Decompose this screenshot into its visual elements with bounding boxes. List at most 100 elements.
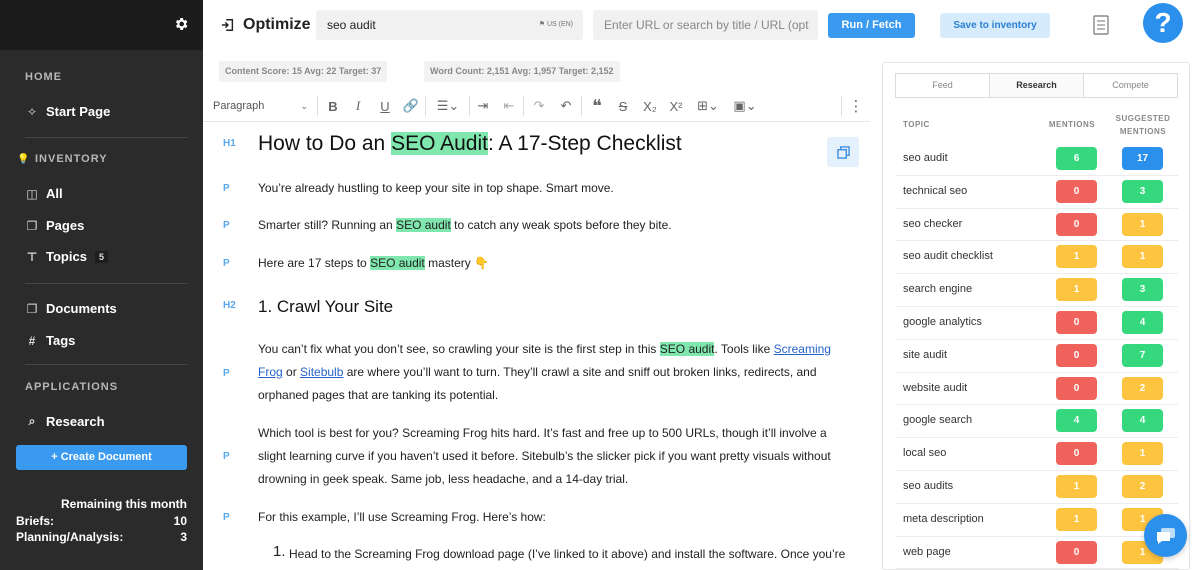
mentions-badge: 4 [1056, 409, 1097, 433]
table-row[interactable]: seo audit 6 17 [895, 143, 1178, 176]
paragraph[interactable]: For this example, I’ll use Screaming Fro… [258, 506, 848, 529]
suggested-badge: 4 [1122, 409, 1163, 433]
paragraph[interactable]: You can’t fix what you don’t see, so cra… [258, 338, 848, 407]
document-icon: ❐ [26, 301, 38, 316]
table-row[interactable]: seo audits 1 2 [895, 471, 1178, 504]
sidebar-item-start-page[interactable]: ✧ Start Page [25, 104, 110, 119]
list-item[interactable]: Head to the Screaming Frog download page… [289, 543, 849, 566]
sidebar-item-label: Tags [46, 333, 76, 348]
divider [469, 96, 470, 116]
link-sitebulb[interactable]: Sitebulb [300, 365, 343, 379]
help-button[interactable]: ? [1143, 3, 1183, 43]
link-icon[interactable]: 🔗 [401, 90, 421, 122]
mentions-badge: 0 [1056, 442, 1097, 466]
create-document-button[interactable]: + Create Document [16, 445, 187, 470]
enter-icon [221, 19, 234, 31]
italic-icon[interactable]: I [348, 90, 368, 122]
run-fetch-button[interactable]: Run / Fetch [828, 13, 915, 38]
divider [317, 96, 318, 116]
block-tag-p: P [223, 451, 230, 462]
table-row[interactable]: web page 0 1 [895, 537, 1178, 569]
tab-compete[interactable]: Compete [1084, 74, 1177, 97]
topic-name: search engine [903, 283, 973, 296]
heading-h2[interactable]: 1. Crawl Your Site [258, 297, 393, 317]
sidebar-item-documents[interactable]: ❐ Documents [25, 301, 117, 316]
locale-selector[interactable]: ⚑ US (EN) [539, 10, 573, 40]
mentions-badge: 1 [1056, 278, 1097, 302]
more-vertical-icon[interactable]: ⋮ [847, 90, 865, 122]
briefs-label: Briefs: [16, 514, 55, 528]
mentions-badge: 0 [1056, 179, 1097, 203]
quote-icon[interactable]: ❝ [587, 90, 607, 122]
url-search-input[interactable]: Enter URL or search by title / URL (opt [593, 10, 818, 40]
paragraph[interactable]: Smarter still? Running an SEO audit to c… [258, 214, 848, 237]
undo-icon[interactable]: ↶ [556, 90, 576, 122]
editor-toolbar: Paragraph ⌄ B I U 🔗 ☰⌄ ⇥ ⇤ ↷ ↶ ❝ S X₂ X² … [203, 90, 870, 122]
sidebar-item-topics[interactable]: ⊤ Topics 5 [25, 249, 108, 264]
superscript-icon[interactable]: X² [665, 90, 687, 122]
suggested-badge: 2 [1122, 376, 1163, 400]
divider [523, 96, 524, 116]
flag-icon: ⚑ [538, 21, 545, 28]
paragraph[interactable]: Here are 17 steps to SEO audit mastery 👇 [258, 252, 848, 275]
table-row[interactable]: google analytics 0 4 [895, 307, 1178, 340]
section-applications: APPLICATIONS [25, 381, 119, 393]
paragraph-style-select[interactable]: Paragraph ⌄ [213, 90, 308, 122]
block-tag-p: P [223, 183, 230, 194]
topic-name: seo audits [903, 479, 954, 492]
heading-h1[interactable]: How to Do an SEO Audit: A 17-Step Checkl… [258, 132, 682, 156]
mentions-badge: 0 [1056, 212, 1097, 236]
table-row[interactable]: meta description 1 1 [895, 504, 1178, 537]
redo-icon[interactable]: ↷ [529, 90, 549, 122]
suggested-badge: 7 [1122, 343, 1163, 367]
indent-icon[interactable]: ⇥ [473, 90, 493, 122]
document-icon[interactable] [1093, 15, 1109, 35]
section-home: HOME [25, 71, 62, 83]
topic-name: google analytics [903, 315, 982, 328]
gear-icon[interactable] [173, 16, 189, 32]
mentions-badge: 0 [1056, 310, 1097, 334]
strikethrough-icon[interactable]: S [613, 90, 633, 122]
sidebar-item-pages[interactable]: ❐ Pages [25, 218, 85, 233]
sidebar-item-tags[interactable]: # Tags [25, 333, 76, 348]
mentions-badge: 1 [1056, 507, 1097, 531]
table-row[interactable]: local seo 0 1 [895, 438, 1178, 471]
table-icon[interactable]: ⊞⌄ [693, 90, 723, 122]
table-row[interactable]: website audit 0 2 [895, 373, 1178, 406]
editor-content[interactable]: H1 How to Do an SEO Audit: A 17-Step Che… [203, 122, 870, 570]
block-tag-p: P [223, 220, 230, 231]
sidebar-item-all[interactable]: ◫ All [25, 186, 63, 201]
keyword-input[interactable]: seo audit ⚑ US (EN) [316, 10, 583, 40]
suggested-badge: 17 [1122, 147, 1163, 170]
bold-icon[interactable]: B [323, 90, 343, 122]
bullet-list-icon[interactable]: ☰⌄ [431, 90, 465, 122]
save-to-inventory-button[interactable]: Save to inventory [940, 13, 1050, 38]
block-tag-p: P [223, 368, 230, 379]
image-icon[interactable]: ▣⌄ [729, 90, 761, 122]
table-row[interactable]: technical seo 0 3 [895, 176, 1178, 209]
sidebar-item-label: Documents [46, 301, 117, 316]
table-row[interactable]: seo checker 0 1 [895, 209, 1178, 242]
underline-icon[interactable]: U [375, 90, 395, 122]
sidebar-item-research[interactable]: ⌕ Research [25, 414, 105, 429]
tab-research[interactable]: Research [990, 74, 1084, 97]
outdent-icon[interactable]: ⇤ [499, 90, 519, 122]
chat-button[interactable] [1144, 514, 1187, 557]
topic-name: local seo [903, 447, 947, 460]
table-row[interactable]: site audit 0 7 [895, 340, 1178, 373]
sidebar-item-label: All [46, 186, 63, 201]
table-row[interactable]: seo audit checklist 1 1 [895, 241, 1178, 275]
sidebar-item-label: Start Page [46, 104, 111, 119]
paragraph[interactable]: Which tool is best for you? Screaming Fr… [258, 422, 848, 491]
subscript-icon[interactable]: X₂ [639, 90, 661, 122]
paragraph[interactable]: You’re already hustling to keep your sit… [258, 177, 848, 200]
sidebar-item-label: Topics [46, 249, 87, 264]
table-row[interactable]: search engine 1 3 [895, 274, 1178, 307]
divider [841, 96, 842, 116]
table-row[interactable]: google search 4 4 [895, 405, 1178, 439]
copy-button[interactable] [827, 137, 859, 167]
divider [581, 96, 582, 116]
topics-count-badge: 5 [94, 250, 108, 263]
block-tag-p: P [223, 258, 230, 269]
tab-feed[interactable]: Feed [896, 74, 990, 97]
